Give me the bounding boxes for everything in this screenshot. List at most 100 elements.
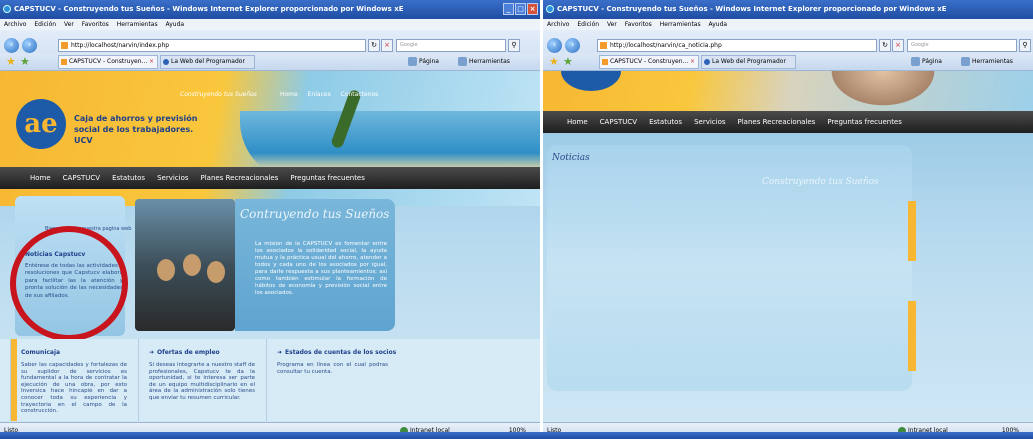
menu-favoritos[interactable]: Favoritos xyxy=(625,21,652,28)
minimize-button[interactable]: _ xyxy=(503,3,514,15)
favorites-star-icon[interactable]: ★ xyxy=(549,55,559,68)
tab-web-programador[interactable]: La Web del Programador xyxy=(160,55,255,69)
red-highlight-circle xyxy=(10,226,128,341)
column-heading[interactable]: ➜ Ofertas de empleo xyxy=(149,349,263,356)
tab-web-programador[interactable]: La Web del Programador xyxy=(701,55,796,69)
nav-home[interactable]: Home xyxy=(30,174,51,182)
address-url: http://localhost/narvin/index.php xyxy=(71,42,170,49)
nav-home[interactable]: Home xyxy=(567,118,588,126)
group-photo xyxy=(135,199,235,331)
page-viewport: ae Caja de ahorros y previsión social de… xyxy=(0,71,540,422)
stop-button[interactable]: × xyxy=(381,39,393,52)
menu-ayuda[interactable]: Ayuda xyxy=(709,21,728,28)
org-name: Caja de ahorros y previsión social de lo… xyxy=(74,114,198,145)
cmd-pagina[interactable]: Página xyxy=(408,55,439,68)
site-logo[interactable] xyxy=(561,71,621,91)
maximize-button[interactable]: □ xyxy=(515,3,526,15)
news-heading: Noticias xyxy=(552,153,590,163)
nav-capstucv[interactable]: CAPSTUCV xyxy=(63,174,100,182)
cmd-herramientas[interactable]: Herramientas xyxy=(961,55,1013,68)
main-nav: Home CAPSTUCV Estatutos Servicios Planes… xyxy=(543,111,1033,133)
top-nav-contactenos[interactable]: Contactenos xyxy=(341,91,379,98)
search-input[interactable]: Google xyxy=(396,39,506,52)
menu-ver[interactable]: Ver xyxy=(607,21,617,28)
tab-favicon xyxy=(61,59,67,65)
globe-icon xyxy=(704,59,710,65)
menu-ayuda[interactable]: Ayuda xyxy=(166,21,185,28)
nav-preguntas[interactable]: Preguntas frecuentes xyxy=(290,174,365,182)
menu-herramientas[interactable]: Herramientas xyxy=(117,21,158,28)
cmd-herramientas-label: Herramientas xyxy=(972,58,1013,65)
title-bar: CAPSTUCV - Construyendo tus Sueños - Win… xyxy=(0,0,540,19)
top-nav-home[interactable]: Home xyxy=(280,91,298,98)
column-heading[interactable]: ➜ Estados de cuentas de los socios xyxy=(277,349,396,356)
menu-ver[interactable]: Ver xyxy=(64,21,74,28)
refresh-button[interactable]: ↻ xyxy=(368,39,380,52)
nav-planes[interactable]: Planes Recreacionales xyxy=(201,174,279,182)
top-nav-enlaces[interactable]: Enlaces xyxy=(308,91,331,98)
favorites-star-icon[interactable]: ★ xyxy=(6,55,16,68)
menu-edicion[interactable]: Edición xyxy=(577,21,599,28)
close-button[interactable]: × xyxy=(527,3,538,15)
search-icon[interactable]: ⚲ xyxy=(1019,39,1031,52)
nav-preguntas[interactable]: Preguntas frecuentes xyxy=(827,118,902,126)
nav-servicios[interactable]: Servicios xyxy=(157,174,188,182)
forward-icon[interactable]: › xyxy=(22,38,37,53)
column-title: Ofertas de empleo xyxy=(157,349,220,356)
stop-button[interactable]: × xyxy=(892,39,904,52)
cmd-pagina-label: Página xyxy=(419,58,439,65)
menu-herramientas[interactable]: Herramientas xyxy=(660,21,701,28)
search-icon[interactable]: ⚲ xyxy=(508,39,520,52)
browser-window-left: CAPSTUCV - Construyendo tus Sueños - Win… xyxy=(0,0,540,439)
nav-planes[interactable]: Planes Recreacionales xyxy=(738,118,816,126)
address-bar[interactable]: http://localhost/narvin/ca_noticia.php xyxy=(597,39,877,52)
back-icon[interactable]: ‹ xyxy=(547,38,562,53)
add-favorites-icon[interactable]: ★ xyxy=(20,55,30,68)
page-favicon xyxy=(61,42,68,49)
globe-icon xyxy=(163,59,169,65)
menu-favoritos[interactable]: Favoritos xyxy=(82,21,109,28)
menu-archivo[interactable]: Archivo xyxy=(4,21,26,28)
tools-icon xyxy=(961,57,970,66)
column-text: Si deseas integrarte a nuestro staff de … xyxy=(149,362,255,401)
forward-icon[interactable]: › xyxy=(565,38,580,53)
nav-estatutos[interactable]: Estatutos xyxy=(649,118,682,126)
cmd-pagina-label: Página xyxy=(922,58,942,65)
cmd-pagina[interactable]: Página xyxy=(911,55,942,68)
tab-favicon xyxy=(602,59,608,65)
title-bar: CAPSTUCV - Construyendo tus Sueños - Win… xyxy=(543,0,1033,19)
search-input[interactable]: Google xyxy=(907,39,1017,52)
column-text: Saber las capacidades y fortalezas de su… xyxy=(21,362,127,415)
panel-slogan: Construyendo tus Sueños xyxy=(762,177,879,187)
person-face xyxy=(207,261,225,283)
nav-estatutos[interactable]: Estatutos xyxy=(112,174,145,182)
column-estados: ➜ Estados de cuentas de los socios Progra… xyxy=(266,339,396,421)
tab-close-icon[interactable]: × xyxy=(149,56,154,68)
nav-capstucv[interactable]: CAPSTUCV xyxy=(600,118,637,126)
cmd-herramientas[interactable]: Herramientas xyxy=(458,55,510,68)
tab-label: CAPSTUCV - Construyen... xyxy=(69,58,148,65)
address-bar[interactable]: http://localhost/narvin/index.php xyxy=(58,39,366,52)
yellow-accent-bar xyxy=(908,301,916,371)
tab-close-icon[interactable]: × xyxy=(690,56,695,68)
menu-edicion[interactable]: Edición xyxy=(34,21,56,28)
window-title: CAPSTUCV - Construyendo tus Sueños - Win… xyxy=(557,5,947,13)
menu-archivo[interactable]: Archivo xyxy=(547,21,569,28)
page-icon xyxy=(408,57,417,66)
add-favorites-icon[interactable]: ★ xyxy=(563,55,573,68)
tab-capstucv[interactable]: CAPSTUCV - Construyen... × xyxy=(58,55,158,69)
cmd-herramientas-label: Herramientas xyxy=(469,58,510,65)
header-photo xyxy=(823,71,943,111)
refresh-button[interactable]: ↻ xyxy=(879,39,891,52)
nav-servicios[interactable]: Servicios xyxy=(694,118,725,126)
ie-icon xyxy=(3,5,11,13)
news-content-panel: Noticias Construyendo tus Sueños xyxy=(547,145,912,391)
menu-bar: Archivo Edición Ver Favoritos Herramient… xyxy=(0,19,540,30)
tab-capstucv[interactable]: CAPSTUCV - Construyen... × xyxy=(599,55,699,69)
column-title[interactable]: Comunicaja xyxy=(21,349,135,356)
info-columns: Comunicaja Saber las capacidades y forta… xyxy=(0,339,540,421)
mission-panel: Contruyendo tus Sueños La mision de la C… xyxy=(235,199,395,331)
arrow-right-icon: ➜ xyxy=(277,349,283,356)
site-logo[interactable]: ae xyxy=(16,99,66,149)
back-icon[interactable]: ‹ xyxy=(4,38,19,53)
